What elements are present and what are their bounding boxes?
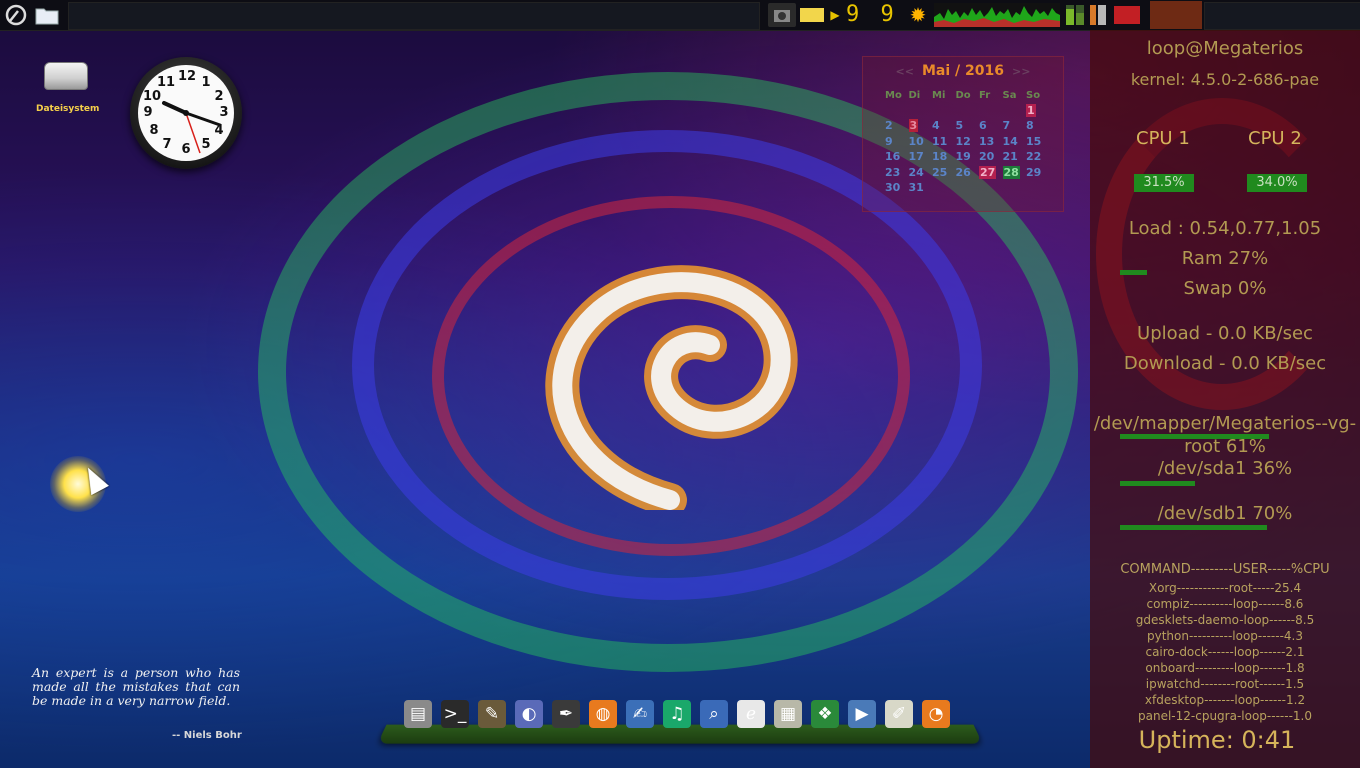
camera-icon[interactable]: [768, 3, 796, 27]
disk3-usage: /dev/sdb1 70%: [1157, 503, 1293, 524]
disk1-usage: root 61%: [1184, 436, 1266, 457]
office-icon[interactable]: ▦: [774, 700, 802, 728]
web-browser-icon[interactable]: ◐: [515, 700, 543, 728]
panel-clock-digits: 9 9: [846, 2, 898, 27]
file-manager-icon[interactable]: ▤: [404, 700, 432, 728]
calendar-prev-button[interactable]: <<: [896, 65, 914, 78]
disk2-bar: [1120, 481, 1195, 486]
search-icon[interactable]: ⌕: [700, 700, 728, 728]
hostname: loop@Megaterios: [1146, 38, 1304, 59]
taskbar-empty-slot[interactable]: [1204, 2, 1360, 30]
folder-icon[interactable]: [34, 3, 60, 27]
cpu1-label: CPU 1: [1136, 128, 1190, 149]
process-row: python----------loop------4.3: [1147, 629, 1303, 643]
calendar-week-row: 30 31: [885, 176, 1050, 194]
blender-icon[interactable]: ◍: [589, 700, 617, 728]
calendar-next-button[interactable]: >>: [1012, 65, 1030, 78]
play-icon[interactable]: ▶: [830, 3, 840, 27]
kernel-version: kernel: 4.5.0-2-686-pae: [1130, 70, 1320, 89]
process-row: ipwatchd--------root------1.5: [1145, 677, 1305, 691]
clock-face: 12 1 2 3 4 5 6 7 8 9 10 11: [138, 65, 234, 161]
calendar-week-row: 23 24 25 26 27 28 29: [885, 161, 1050, 179]
calendar-day[interactable]: 31: [909, 181, 933, 194]
debian-swirl-logo: [545, 265, 798, 510]
cpu2-bar: 34.0%: [1247, 174, 1307, 192]
calendar-week-row: 2345678: [885, 114, 1050, 132]
analog-clock-widget: 12 1 2 3 4 5 6 7 8 9 10 11: [130, 57, 242, 169]
gimp-icon[interactable]: ✎: [478, 700, 506, 728]
calendar-week-row: 16 17 18 19 20 21 22: [885, 145, 1050, 163]
desktop-icon-label: Dateisystem: [36, 104, 100, 114]
calendar-widget: << Mai / 2016 >> Mo Di Mi Do Fr Sa So 1 2 3 4 5 6 7 8 9 10…: [862, 56, 1064, 212]
media-player-icon[interactable]: ▶: [848, 700, 876, 728]
disk2-usage: /dev/sda1 36%: [1157, 458, 1293, 479]
hard-drive-icon: [44, 62, 88, 90]
uptime: Uptime: 0:41: [1138, 726, 1296, 754]
calendar-weekday-row: Mo Di Mi Do Fr Sa So: [885, 83, 1050, 101]
cpu1-bar: 31.5%: [1134, 174, 1194, 192]
cpu-graph-icon[interactable]: [934, 3, 1060, 27]
desktop-icon-filesystem[interactable]: Dateisystem: [36, 62, 100, 114]
process-row: panel-12-cpugra-loop------1.0: [1138, 709, 1312, 723]
text-editor-icon[interactable]: ✐: [885, 700, 913, 728]
conky-system-monitor: loop@Megaterios kernel: 4.5.0-2-686-pae …: [1090, 30, 1360, 768]
quote-text: An expert is a person who has made all t…: [32, 665, 240, 708]
clock-hands: [162, 101, 222, 154]
workspace-switcher[interactable]: [68, 2, 760, 30]
swap-usage: Swap 0%: [1183, 278, 1267, 299]
top-panel: ▶ 9 9 ✹: [0, 0, 1360, 31]
pdf-reader-icon[interactable]: ℯ: [737, 700, 765, 728]
process-row: xfdesktop-------loop------1.2: [1144, 693, 1306, 707]
ram-bar: [1120, 270, 1147, 275]
active-task-button[interactable]: [1150, 1, 1202, 29]
windows-app-icon[interactable]: ❖: [811, 700, 839, 728]
calendar-month-title: Mai / 2016: [921, 63, 1004, 79]
terminal-icon[interactable]: >_: [441, 700, 469, 728]
cpu2-label: CPU 2: [1248, 128, 1302, 149]
download-rate: Download - 0.0 KB/sec: [1123, 353, 1327, 374]
load-average: Load : 0.54,0.77,1.05: [1128, 218, 1322, 239]
headphones-icon[interactable]: ♫: [663, 700, 691, 728]
process-row: gdesklets-daemo-loop------8.5: [1135, 613, 1315, 627]
tray-app-icon[interactable]: [1114, 6, 1140, 24]
upload-rate: Upload - 0.0 KB/sec: [1137, 323, 1313, 344]
calendar-day[interactable]: 30: [885, 181, 909, 194]
disk3-bar: [1120, 525, 1267, 530]
process-row: compiz----------loop------8.6: [1146, 597, 1304, 611]
meter-bars-icon[interactable]: [1064, 3, 1108, 27]
process-row: Xorg------------root-----25.4: [1148, 581, 1302, 595]
rss-icon[interactable]: ◔: [922, 700, 950, 728]
disk1-name: /dev/mapper/Megaterios--vg-: [1093, 413, 1357, 434]
ram-usage: Ram 27%: [1181, 248, 1269, 269]
process-row: onboard---------loop------1.8: [1145, 661, 1305, 675]
process-header: COMMAND---------USER-----%CPU: [1120, 562, 1330, 577]
weather-sun-icon[interactable]: ✹: [906, 3, 930, 27]
process-row: cairo-dock------loop------2.1: [1145, 645, 1305, 659]
notes-icon[interactable]: [800, 8, 824, 22]
calendar-header: << Mai / 2016 >>: [863, 63, 1063, 79]
calendar-week-row: 9 10 11 12 13 14 15: [885, 130, 1050, 148]
quote-author: -- Niels Bohr: [172, 730, 242, 741]
calendar-week-row: 1: [885, 99, 1050, 117]
calendar-grid: Mo Di Mi Do Fr Sa So 1 2 3 4 5 6 7 8 9 10 11 12 13 14 15 16 17 1…: [885, 83, 1050, 194]
inkscape-icon[interactable]: ✒: [552, 700, 580, 728]
logo-icon[interactable]: [4, 3, 28, 27]
editor-icon[interactable]: ✍: [626, 700, 654, 728]
